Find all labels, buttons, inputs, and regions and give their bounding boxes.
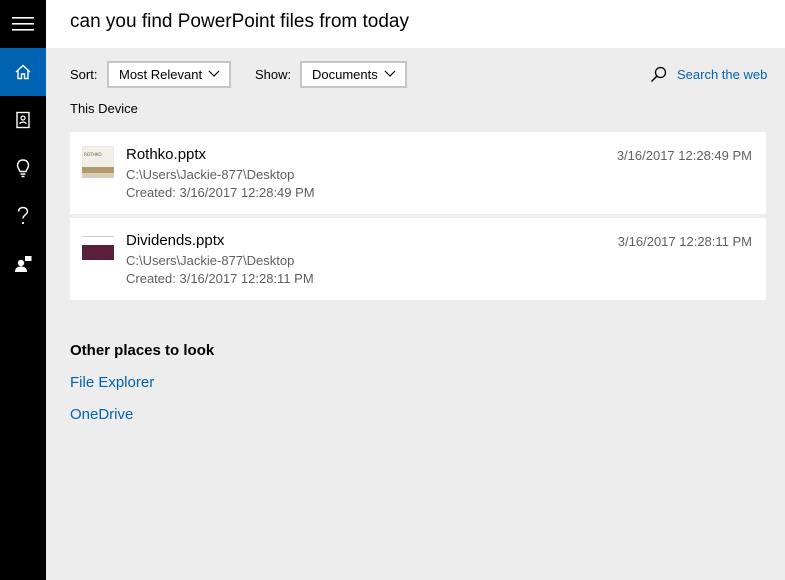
- nav-home-button[interactable]: [0, 48, 46, 96]
- nav-feedback-button[interactable]: [0, 240, 46, 288]
- file-modified-date: 3/16/2017 12:28:11 PM: [617, 234, 752, 249]
- show-value: Documents: [312, 67, 378, 82]
- show-label: Show:: [255, 67, 292, 82]
- nav-rail: [0, 0, 46, 580]
- nav-help-button[interactable]: [0, 192, 46, 240]
- thumb-caption: ROTHKO: [84, 152, 102, 157]
- help-icon: [17, 206, 29, 225]
- notebook-icon: [16, 111, 30, 129]
- chevron-down-icon: [384, 70, 396, 77]
- result-item-dividends[interactable]: Dividends.pptx C:\Users\Jackie-877\Deskt…: [70, 218, 766, 300]
- feedback-icon: [15, 256, 32, 272]
- pptx-thumbnail: ROTHKO: [82, 146, 114, 178]
- file-path: C:\Users\Jackie-877\Desktop: [126, 167, 295, 182]
- file-name: Dividends.pptx: [126, 232, 225, 249]
- hamburger-menu-button[interactable]: [0, 0, 46, 48]
- home-icon: [15, 64, 31, 80]
- result-item-rothko[interactable]: ROTHKO Rothko.pptx C:\Users\Jackie-877\D…: [70, 132, 766, 214]
- sort-dropdown[interactable]: Most Relevant: [107, 61, 231, 88]
- sort-value: Most Relevant: [119, 67, 203, 82]
- nav-notebook-button[interactable]: [0, 96, 46, 144]
- sort-label: Sort:: [70, 67, 98, 82]
- show-dropdown[interactable]: Documents: [300, 61, 407, 88]
- file-explorer-link[interactable]: File Explorer: [70, 374, 154, 391]
- file-modified-date: 3/16/2017 12:28:49 PM: [616, 148, 752, 163]
- file-name: Rothko.pptx: [126, 146, 207, 163]
- file-path: C:\Users\Jackie-877\Desktop: [126, 253, 295, 268]
- lightbulb-icon: [16, 159, 30, 178]
- onedrive-link[interactable]: OneDrive: [70, 406, 133, 423]
- search-the-web-label: Search the web: [677, 67, 768, 82]
- pptx-thumbnail: [82, 232, 114, 264]
- search-query[interactable]: can you find PowerPoint files from today: [70, 11, 409, 33]
- other-places-heading: Other places to look: [70, 342, 215, 359]
- file-created: Created: 3/16/2017 12:28:11 PM: [126, 271, 314, 286]
- search-the-web-button[interactable]: Search the web: [650, 66, 767, 83]
- chevron-down-icon: [208, 70, 220, 77]
- file-created: Created: 3/16/2017 12:28:49 PM: [126, 185, 315, 200]
- hamburger-icon: [12, 17, 34, 31]
- search-icon: [650, 66, 667, 83]
- query-bar[interactable]: can you find PowerPoint files from today: [46, 0, 785, 48]
- section-heading: This Device: [70, 101, 138, 116]
- nav-reminders-button[interactable]: [0, 144, 46, 192]
